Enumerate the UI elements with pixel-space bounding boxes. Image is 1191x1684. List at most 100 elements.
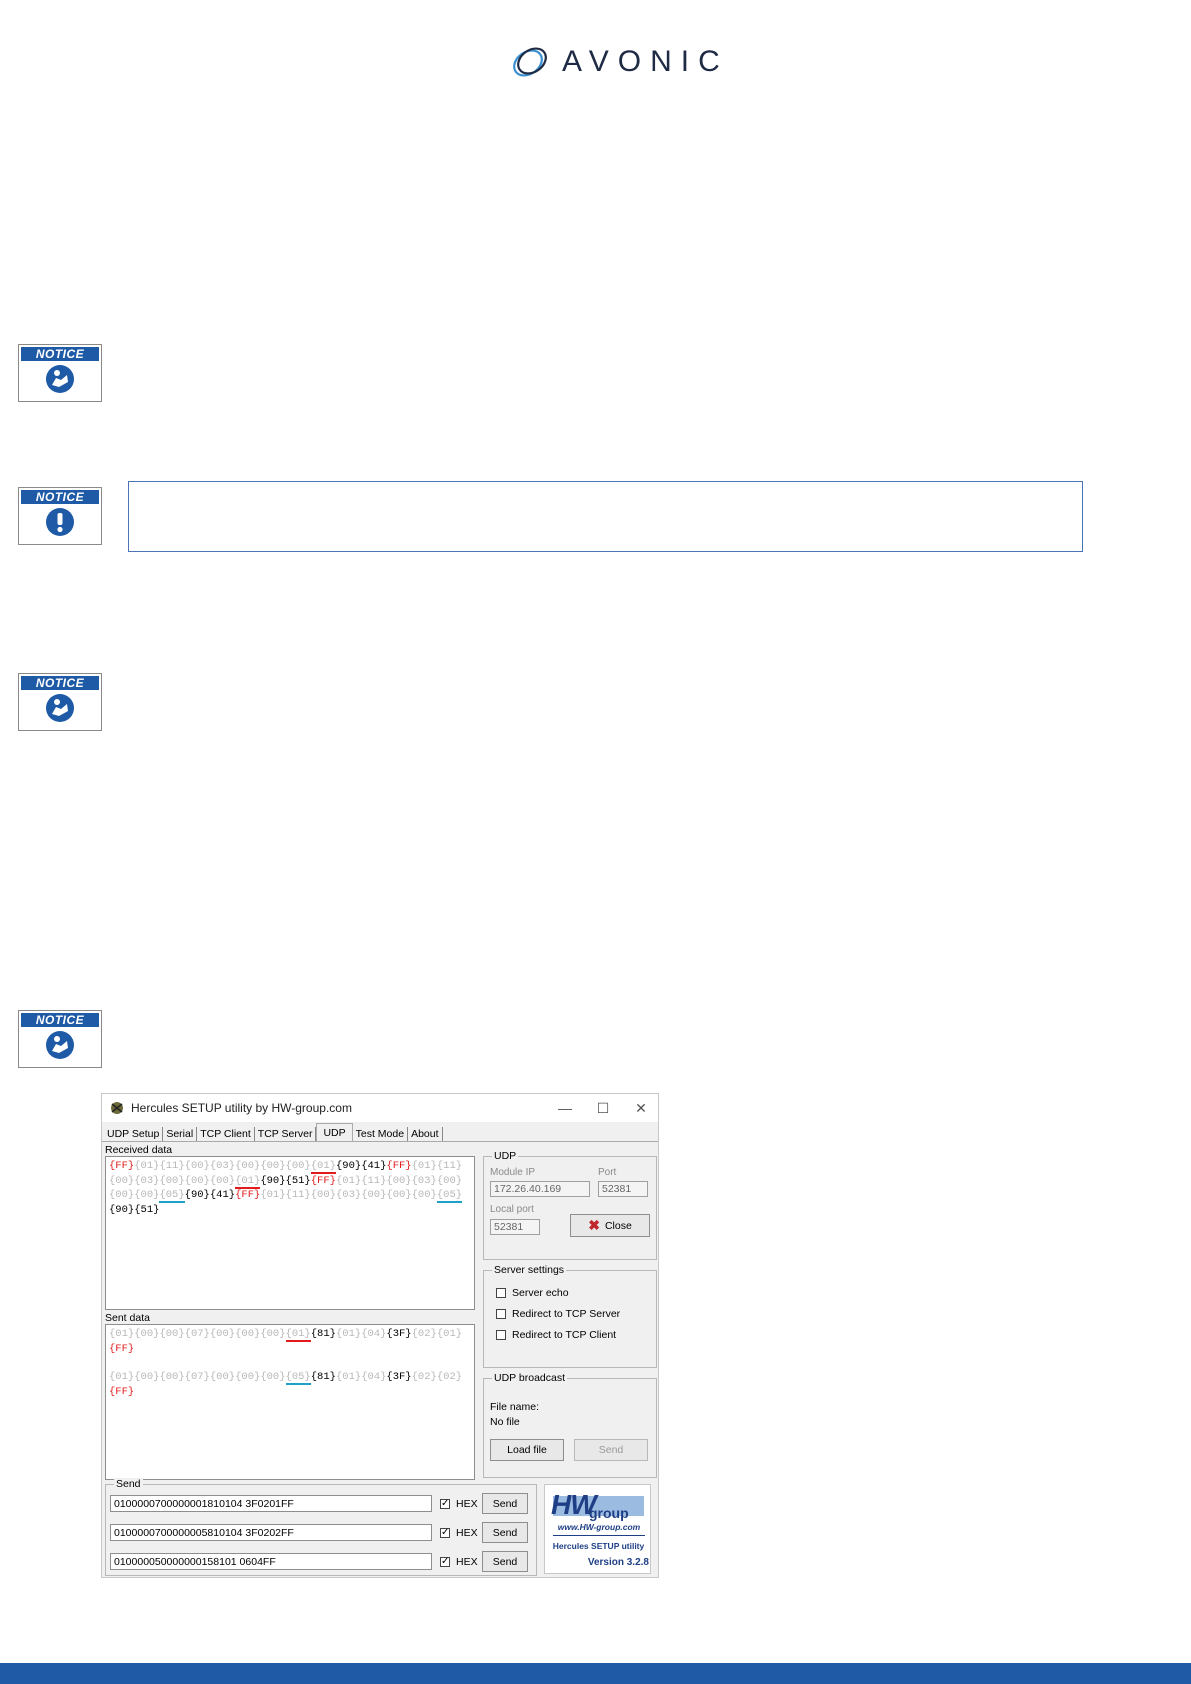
hex-token: {FF} (386, 1160, 412, 1172)
hex-token: {00} (134, 1328, 160, 1340)
tab-udp[interactable]: UDP (316, 1123, 353, 1142)
send-input-1[interactable]: 0100000700000001810104 3F0201FF (110, 1495, 432, 1512)
hex-token: {03} (335, 1189, 362, 1201)
local-port-field[interactable]: 52381 (490, 1219, 540, 1235)
tab-test-mode[interactable]: Test Mode (353, 1127, 409, 1142)
hex-token: {02} (411, 1371, 437, 1383)
hex-token: {00} (411, 1189, 437, 1201)
hex-token: {00} (209, 1174, 236, 1187)
hw-logo-utility: Hercules SETUP utility (552, 1541, 645, 1551)
hex-token: {01} (260, 1189, 286, 1201)
hex-token: {41} (209, 1189, 236, 1201)
redirect-tcp-server-checkbox[interactable]: Redirect to TCP Server (496, 1308, 620, 1320)
port-field[interactable]: 52381 (598, 1181, 648, 1197)
hex-token: {00} (436, 1174, 463, 1187)
hex-token: {3F} (386, 1371, 412, 1383)
udp-group: UDP Module IP 172.26.40.169 Port 52381 L… (483, 1150, 657, 1260)
notice-manual-2: NOTICE (18, 673, 102, 731)
red-x-icon: ✖ (588, 1217, 600, 1233)
send-group-title: Send (114, 1478, 143, 1490)
server-settings-title: Server settings (492, 1264, 567, 1276)
tab-bar: UDP Setup Serial TCP Client TCP Server U… (102, 1123, 443, 1142)
notice-manual-3: NOTICE (18, 1010, 102, 1068)
hex-token: {01} (109, 1371, 135, 1383)
tab-tcp-client[interactable]: TCP Client (197, 1127, 255, 1142)
hercules-window: Hercules SETUP utility by HW-group.com —… (101, 1093, 659, 1578)
module-ip-field[interactable]: 172.26.40.169 (490, 1181, 590, 1197)
hex-token: {81} (310, 1328, 336, 1340)
tab-serial[interactable]: Serial (163, 1127, 198, 1142)
notice-manual-1: NOTICE (18, 344, 102, 402)
manual-icon (46, 365, 74, 393)
tab-about[interactable]: About (408, 1127, 443, 1142)
send-button-3[interactable]: Send (482, 1551, 528, 1572)
hex-token: {90} (335, 1160, 362, 1172)
hex-token: {90} (260, 1174, 286, 1187)
hex-token: {00} (159, 1328, 185, 1340)
server-settings-group: Server settings Server echo Redirect to … (483, 1264, 657, 1368)
notice-label: NOTICE (21, 490, 99, 504)
send-button-2[interactable]: Send (482, 1522, 528, 1543)
sent-data-label: Sent data (105, 1312, 150, 1324)
manual-icon (46, 694, 74, 722)
maximize-button[interactable]: ☐ (588, 1098, 618, 1118)
hex-token: {01} (235, 1174, 261, 1189)
hex-token: {00} (361, 1189, 387, 1201)
hex-token: {FF} (109, 1160, 135, 1172)
hex-token: {03} (411, 1174, 437, 1187)
hex-token: {3F} (386, 1328, 412, 1340)
hex-token: {00} (159, 1174, 185, 1187)
hex-token: {FF} (235, 1189, 261, 1201)
send-input-3[interactable]: 010000050000000158101 0604FF (110, 1553, 432, 1570)
tab-tcp-server[interactable]: TCP Server (255, 1127, 317, 1142)
hex-token: {01} (436, 1328, 463, 1340)
notice-text-box (128, 481, 1083, 552)
hex-token: {00} (260, 1328, 286, 1340)
hex-token: {51} (134, 1203, 160, 1216)
close-window-button[interactable]: ✕ (626, 1098, 656, 1118)
hex-token: {11} (285, 1189, 311, 1201)
server-echo-checkbox[interactable]: Server echo (496, 1287, 569, 1299)
hex-token: {00} (184, 1174, 210, 1187)
send-button-1[interactable]: Send (482, 1493, 528, 1514)
hex-token: {00} (209, 1328, 236, 1340)
hex-token: {FF} (310, 1174, 336, 1187)
hex-token: {FF} (109, 1385, 135, 1398)
load-file-button[interactable]: Load file (490, 1439, 564, 1461)
hex-token: {51} (285, 1174, 311, 1187)
send-input-2[interactable]: 0100000700000005810104 3F0202FF (110, 1524, 432, 1541)
hex-token: {00} (386, 1189, 412, 1201)
redirect-tcp-client-checkbox[interactable]: Redirect to TCP Client (496, 1329, 616, 1341)
hex-checkbox-3[interactable]: ✓ HEX (440, 1556, 478, 1568)
sent-data-pane[interactable]: {01}{00}{00}{07}{00}{00}{00}{01}{81}{01}… (105, 1324, 475, 1480)
close-connection-button[interactable]: ✖ Close (570, 1214, 650, 1237)
hex-token: {00} (235, 1160, 261, 1172)
hex-token: {11} (159, 1160, 185, 1172)
hex-token: {01} (109, 1328, 135, 1340)
hex-checkbox-2[interactable]: ✓ HEX (440, 1527, 478, 1539)
tab-udp-setup[interactable]: UDP Setup (104, 1127, 164, 1142)
hex-token: {01} (134, 1160, 160, 1172)
close-connection-label: Close (604, 1219, 632, 1232)
avonic-logo: AVONIC (508, 40, 729, 84)
hex-token: {00} (386, 1174, 412, 1187)
title-bar[interactable]: Hercules SETUP utility by HW-group.com —… (102, 1094, 658, 1122)
hex-checkbox-1[interactable]: ✓ HEX (440, 1498, 478, 1510)
hex-token: {01} (310, 1160, 336, 1174)
hex-token: {00} (159, 1371, 185, 1383)
send-group: Send 0100000700000001810104 3F0201FF ✓ HE… (105, 1478, 537, 1576)
hex-token: {00} (310, 1189, 336, 1201)
sent-block: {01}{00}{00}{07}{00}{00}{00}{01}{81}{01}… (109, 1327, 471, 1356)
broadcast-send-button[interactable]: Send (574, 1439, 648, 1461)
received-data-pane[interactable]: {FF}{01}{11}{00}{03}{00}{00}{00}{01}{90}… (105, 1156, 475, 1310)
hex-token: {11} (436, 1160, 463, 1172)
file-value: No file (490, 1416, 520, 1428)
hex-token: {90} (109, 1203, 135, 1216)
minimize-button[interactable]: — (550, 1098, 580, 1118)
notice-label: NOTICE (21, 1013, 99, 1027)
brand-name: AVONIC (562, 45, 729, 78)
manual-icon (46, 1031, 74, 1059)
hex-token: {01} (335, 1174, 362, 1187)
hex-token: {02} (436, 1371, 463, 1383)
hex-token: {01} (285, 1328, 311, 1342)
